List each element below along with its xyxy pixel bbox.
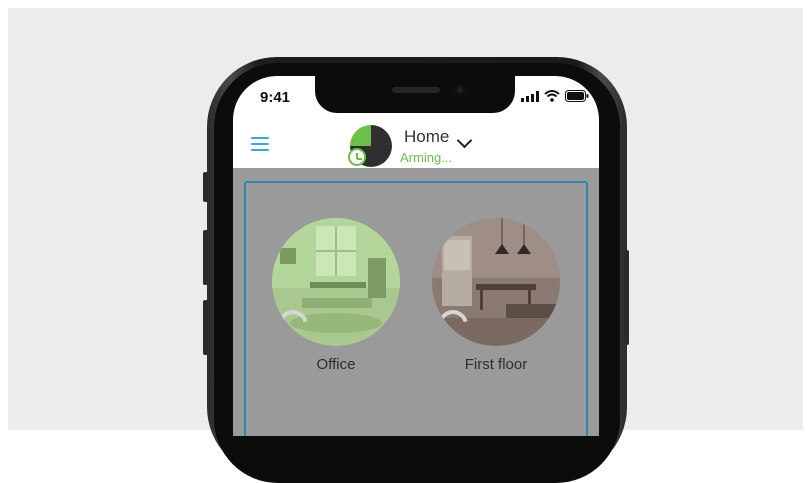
- front-camera: [454, 84, 466, 96]
- hub-name[interactable]: Home: [404, 127, 449, 147]
- phone-screen: 9:41 Home Arming... Office First floor: [233, 76, 599, 436]
- phone-notch: [315, 76, 515, 113]
- phone-power-button: [624, 250, 629, 345]
- timer-icon: [348, 148, 366, 166]
- room-name: Office: [316, 356, 356, 373]
- phone-volume-down-button: [203, 300, 208, 355]
- phone-mute-switch: [203, 172, 208, 202]
- hub-status: Arming...: [400, 150, 453, 165]
- chevron-down-icon[interactable]: [456, 132, 473, 149]
- app-header: Home Arming...: [233, 118, 599, 168]
- hamburger-menu-icon[interactable]: [251, 137, 269, 151]
- cellular-signal-icon: [521, 90, 539, 102]
- room-photo-first-floor: [432, 218, 560, 346]
- room-name: First floor: [464, 356, 528, 373]
- status-icons: [521, 90, 589, 102]
- battery-icon: [565, 90, 589, 102]
- room-photo-office: [272, 218, 400, 346]
- room-card-office[interactable]: Office: [272, 218, 400, 373]
- wifi-icon: [544, 90, 560, 102]
- status-time: 9:41: [260, 89, 291, 106]
- speaker-grille: [392, 87, 440, 93]
- room-card-first-floor[interactable]: First floor: [432, 218, 560, 373]
- phone-volume-up-button: [203, 230, 208, 285]
- rooms-area: Office First floor: [233, 168, 599, 436]
